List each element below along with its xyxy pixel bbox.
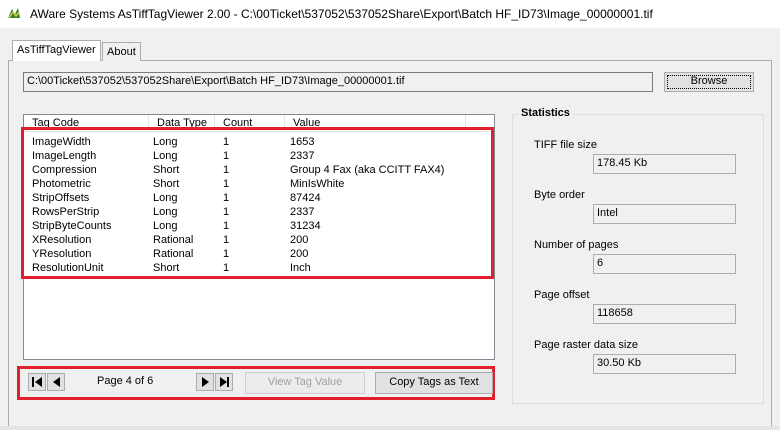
bottom-edge: [0, 426, 780, 430]
next-page-button[interactable]: [196, 373, 214, 391]
window-title: AWare Systems AsTiffTagViewer 2.00 - C:\…: [30, 7, 653, 21]
page-offset-label: Page offset: [534, 289, 590, 301]
page-raster-data-size-label: Page raster data size: [534, 339, 638, 351]
page-indicator: Page 4 of 6: [97, 375, 154, 387]
page-offset-field: 118658: [593, 304, 736, 324]
tiff-file-size-label: TIFF file size: [534, 139, 597, 151]
byte-order-label: Byte order: [534, 189, 585, 201]
page-raster-data-size-field: 30.50 Kb: [593, 354, 736, 374]
file-path-field[interactable]: C:\00Ticket\537052\537052Share\Export\Ba…: [23, 72, 653, 92]
view-tag-value-button[interactable]: View Tag Value: [245, 372, 365, 394]
browse-button[interactable]: Browse: [664, 72, 754, 92]
previous-page-button[interactable]: [47, 373, 65, 391]
last-page-button[interactable]: [215, 373, 233, 391]
tab-astifftagviewer[interactable]: AsTiffTagViewer: [12, 40, 101, 61]
byte-order-field: Intel: [593, 204, 736, 224]
app-icon: [8, 8, 20, 19]
tab-about[interactable]: About: [102, 42, 141, 61]
number-of-pages-field: 6: [593, 254, 736, 274]
statistics-title: Statistics: [518, 107, 573, 119]
copy-tags-as-text-button[interactable]: Copy Tags as Text: [375, 372, 493, 394]
highlight-box-tags: [21, 127, 494, 279]
first-page-button[interactable]: [28, 373, 46, 391]
tiff-file-size-field: 178.45 Kb: [593, 154, 736, 174]
number-of-pages-label: Number of pages: [534, 239, 619, 251]
